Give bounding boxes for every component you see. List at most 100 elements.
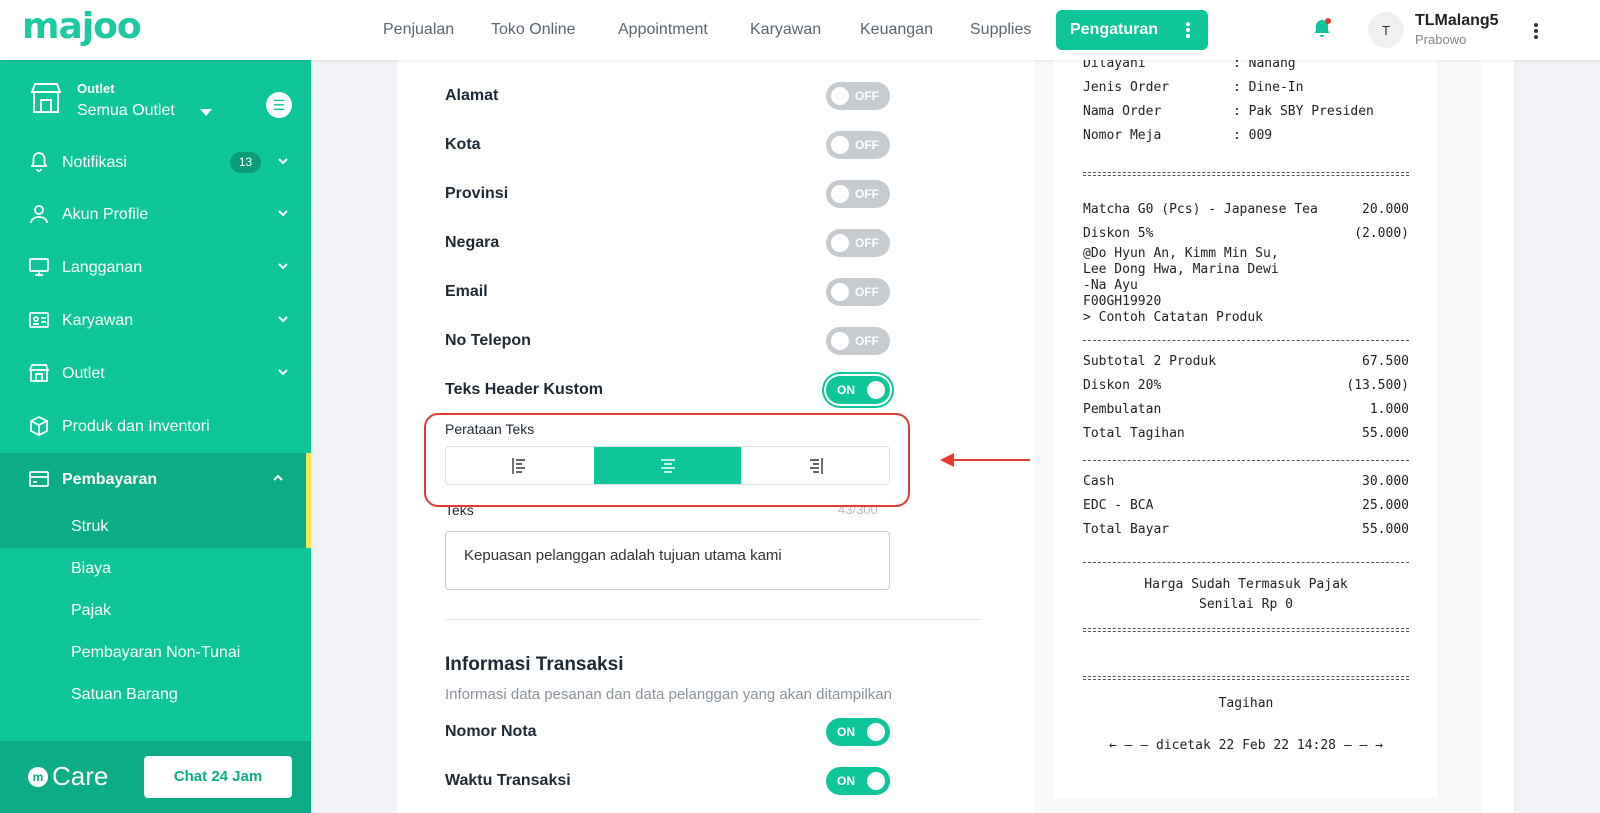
setting-label: Teks Header Kustom	[445, 381, 603, 398]
bell-outline-icon	[30, 152, 48, 172]
chevron-up-icon	[273, 474, 283, 481]
setting-row-negara: Negara OFF	[445, 229, 890, 259]
email-toggle[interactable]: OFF	[826, 278, 890, 306]
sidebar-item-label: Akun Profile	[62, 205, 149, 223]
setting-label: Email	[445, 283, 488, 300]
care-bar: m Care Chat 24 Jam	[0, 741, 311, 813]
collapse-sidebar-icon[interactable]: ☰	[266, 92, 292, 118]
setting-label: Negara	[445, 234, 500, 251]
nomor-nota-toggle[interactable]: ON	[826, 718, 890, 746]
more-menu-icon[interactable]	[1534, 21, 1538, 41]
alignment-highlight-box	[424, 413, 910, 507]
teks-textarea[interactable]: Kepuasan pelanggan adalah tujuan utama k…	[445, 531, 890, 590]
receipt-total-row: Subtotal 2 Produk 67.500	[1083, 354, 1409, 369]
sidebar: Outlet Semua Outlet ☰ Notifikasi 13 Akun…	[0, 60, 311, 813]
receipt-info-row: Nomor Meja: 009	[1083, 128, 1273, 143]
majoo-care-logo: m Care	[28, 761, 108, 792]
receipt-total-row: Total Tagihan 55.000	[1083, 426, 1409, 441]
outlet-selector[interactable]: Outlet Semua Outlet ☰	[28, 80, 298, 140]
majoo-logo[interactable]: majoo	[22, 6, 142, 47]
bell-icon[interactable]	[1310, 17, 1334, 41]
receipt-item-discount: Diskon 5% (2.000)	[1083, 226, 1409, 241]
section-description: Informasi data pesanan dan data pelangga…	[445, 686, 892, 703]
chevron-down-icon	[278, 316, 288, 323]
receipt-divider	[1083, 340, 1409, 341]
teks-header-kustom-toggle[interactable]: ON	[826, 376, 890, 404]
receipt-divider	[1083, 676, 1409, 680]
setting-row-alamat: Alamat OFF	[445, 82, 890, 112]
alamat-toggle[interactable]: OFF	[826, 82, 890, 110]
receipt-note: F00GH19920	[1083, 294, 1162, 309]
receipt-total-row: Diskon 20% (13.500)	[1083, 378, 1409, 393]
user-icon	[30, 205, 48, 224]
kebab-icon[interactable]	[1186, 20, 1190, 40]
setting-row-email: Email OFF	[445, 278, 890, 308]
provinsi-toggle[interactable]: OFF	[826, 180, 890, 208]
sidebar-item-karyawan[interactable]: Karyawan	[0, 294, 311, 347]
no-telepon-toggle[interactable]: OFF	[826, 327, 890, 355]
chevron-down-icon	[278, 263, 288, 270]
sidebar-item-label: Notifikasi	[62, 153, 127, 171]
avatar[interactable]: T	[1368, 12, 1404, 48]
user-subtitle: Prabowo	[1415, 32, 1467, 47]
sidebar-item-produk-inventori[interactable]: Produk dan Inventori	[0, 400, 311, 453]
receipt-payment-row: Total Bayar 55.000	[1083, 522, 1409, 537]
sidebar-item-label: Langganan	[62, 258, 143, 276]
nav-appointment[interactable]: Appointment	[618, 21, 708, 39]
sidebar-subitem-satuan-barang[interactable]: Satuan Barang	[0, 674, 311, 716]
receipt-tax-amount: Senilai Rp 0	[1199, 597, 1293, 612]
nav-toko-online[interactable]: Toko Online	[491, 21, 576, 39]
top-nav: Penjualan	[383, 0, 454, 60]
nav-penjualan[interactable]: Penjualan	[383, 21, 454, 39]
waktu-transaksi-toggle[interactable]: ON	[826, 767, 890, 795]
store-icon	[28, 364, 50, 382]
receipt-note: @Do Hyun An, Kimm Min Su,	[1083, 246, 1279, 261]
receipt-payment-row: Cash 30.000	[1083, 474, 1409, 489]
setting-label: Kota	[445, 136, 481, 153]
nav-keuangan[interactable]: Keuangan	[860, 21, 933, 39]
receipt-preview: Dilayani: Nanang Jenis Order: Dine-In Na…	[1054, 56, 1437, 798]
sidebar-subitem-struk[interactable]: Struk	[0, 506, 311, 548]
sidebar-item-langganan[interactable]: Langganan	[0, 241, 311, 294]
setting-label: No Telepon	[445, 332, 531, 349]
majoo-m-icon: m	[28, 766, 48, 787]
receipt-payment-row: EDC - BCA 25.000	[1083, 498, 1409, 513]
care-label: Care	[52, 761, 109, 791]
caret-down-icon	[200, 109, 212, 116]
receipt-printed-at: ← – – dicetak 22 Feb 22 14:28 – – →	[1109, 738, 1383, 753]
divider	[445, 619, 981, 620]
sidebar-subitem-pembayaran-non-tunai[interactable]: Pembayaran Non-Tunai	[0, 632, 311, 674]
sidebar-item-outlet[interactable]: Outlet	[0, 347, 311, 400]
outlet-label: Outlet	[77, 81, 115, 96]
nav-karyawan[interactable]: Karyawan	[750, 21, 821, 39]
negara-toggle[interactable]: OFF	[826, 229, 890, 257]
chevron-down-icon	[278, 210, 288, 217]
sidebar-item-notifikasi[interactable]: Notifikasi 13	[0, 136, 311, 189]
kota-toggle[interactable]: OFF	[826, 131, 890, 159]
id-card-icon	[29, 312, 49, 328]
sidebar-subitem-biaya[interactable]: Biaya	[0, 548, 311, 590]
setting-row-nomor-nota: Nomor Nota ON	[445, 718, 890, 748]
wallet-icon	[29, 471, 49, 487]
receipt-tagihan: Tagihan	[1218, 696, 1274, 711]
outlet-value: Semua Outlet	[77, 102, 175, 119]
receipt-note: Lee Dong Hwa, Marina Dewi	[1083, 262, 1279, 277]
monitor-icon	[29, 258, 49, 276]
setting-label: Provinsi	[445, 185, 509, 202]
setting-label: Waktu Transaksi	[445, 772, 571, 789]
sidebar-item-pembayaran[interactable]: Pembayaran	[0, 453, 311, 506]
receipt-note: -Na Ayu	[1083, 278, 1138, 293]
nav-supplies[interactable]: Supplies	[970, 21, 1031, 39]
user-name[interactable]: TLMalang5	[1415, 12, 1499, 30]
nav-pengaturan-button[interactable]: Pengaturan	[1056, 10, 1208, 50]
receipt-item-row: Matcha G0 (Pcs) - Japanese Tea 20.000	[1083, 202, 1409, 217]
sidebar-item-label: Outlet	[62, 364, 105, 382]
sidebar-item-label: Karyawan	[62, 311, 134, 329]
sidebar-subitem-pajak[interactable]: Pajak	[0, 590, 311, 632]
store-icon	[30, 83, 62, 113]
receipt-info-row: Nama Order: Pak SBY Presiden	[1083, 104, 1374, 119]
nav-pengaturan-label: Pengaturan	[1070, 21, 1159, 38]
sidebar-item-akun-profile[interactable]: Akun Profile	[0, 188, 311, 241]
receipt-total-row: Pembulatan 1.000	[1083, 402, 1409, 417]
chat-24-jam-button[interactable]: Chat 24 Jam	[144, 756, 292, 798]
